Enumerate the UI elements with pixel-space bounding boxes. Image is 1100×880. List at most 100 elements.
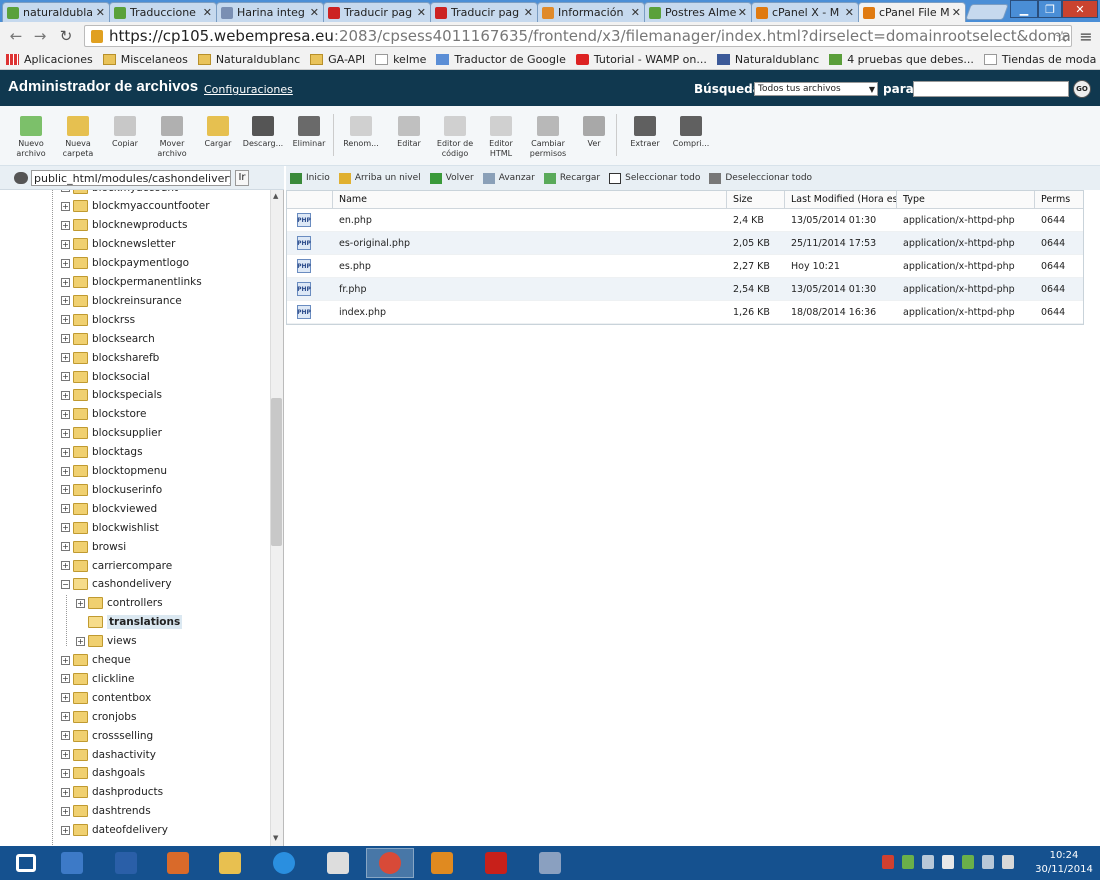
taskbar-app-colorful[interactable] xyxy=(154,848,202,878)
tree-item[interactable]: + blocktopmenu xyxy=(61,462,167,481)
expand-icon[interactable]: + xyxy=(61,220,70,230)
action-reload[interactable]: Recargar xyxy=(543,172,600,184)
expand-icon[interactable]: + xyxy=(61,731,70,741)
expand-icon[interactable]: + xyxy=(61,190,70,192)
tree-item[interactable]: − cashondelivery xyxy=(61,575,172,594)
expand-icon[interactable]: + xyxy=(61,390,70,400)
tray-app-icon[interactable] xyxy=(962,855,974,869)
taskbar-start-button[interactable] xyxy=(2,848,50,878)
browser-tab[interactable]: Traducir pag ✕ xyxy=(430,2,538,22)
volume-icon[interactable] xyxy=(1002,855,1014,869)
tree-item[interactable]: + dashactivity xyxy=(61,745,156,764)
expand-icon[interactable]: + xyxy=(61,674,70,684)
close-tab-icon[interactable]: ✕ xyxy=(310,6,319,19)
table-row[interactable]: PHP es-original.php 2,05 KB 25/11/2014 17:5… xyxy=(287,232,1083,255)
tree-item[interactable]: + dashproducts xyxy=(61,783,163,802)
expand-icon[interactable]: + xyxy=(61,447,70,457)
browser-menu-button[interactable]: ≡ xyxy=(1076,26,1096,46)
close-tab-icon[interactable]: ✕ xyxy=(96,6,105,19)
column-perms[interactable]: Perms xyxy=(1035,191,1083,208)
close-tab-icon[interactable]: ✕ xyxy=(524,6,533,19)
action-select-all[interactable]: Seleccionar todo xyxy=(609,172,700,184)
toolbar-button-view[interactable]: Ver xyxy=(571,116,617,149)
expand-icon[interactable]: + xyxy=(61,768,70,778)
tray-app-icon[interactable] xyxy=(902,855,914,869)
browser-tab[interactable]: Traduccione ✕ xyxy=(109,2,217,22)
expand-icon[interactable]: + xyxy=(61,239,70,249)
close-tab-icon[interactable]: ✕ xyxy=(631,6,640,19)
bookmark-item[interactable]: Naturaldublanc xyxy=(716,53,819,66)
tree-item[interactable]: + carriercompare xyxy=(61,556,172,575)
action-home[interactable]: Inicio xyxy=(290,172,330,184)
bookmark-item[interactable]: GA-API xyxy=(310,53,365,66)
table-row[interactable]: PHP fr.php 2,54 KB 13/05/2014 01:30 applicat… xyxy=(287,278,1083,301)
expand-icon[interactable]: + xyxy=(61,372,70,381)
search-input[interactable] xyxy=(913,81,1069,97)
close-tab-icon[interactable]: ✕ xyxy=(952,6,961,19)
expand-icon[interactable]: + xyxy=(61,409,70,419)
expand-icon[interactable]: + xyxy=(61,750,70,759)
back-button[interactable]: ← xyxy=(6,26,26,46)
expand-icon[interactable]: + xyxy=(61,428,70,438)
clock[interactable]: 10:24 30/11/2014 xyxy=(1034,849,1094,877)
expand-icon[interactable]: + xyxy=(61,277,70,287)
tree-item[interactable]: + blocksharefb xyxy=(61,348,159,367)
taskbar-acrobat[interactable] xyxy=(472,848,520,878)
action-up-level[interactable]: Arriba un nivel xyxy=(338,172,421,184)
tree-item[interactable]: + blockspecials xyxy=(61,386,162,405)
expand-icon[interactable]: + xyxy=(61,296,70,306)
taskbar-outlook[interactable] xyxy=(418,848,466,878)
address-bar[interactable]: https://cp105.webempresa.eu :2083/cpsess… xyxy=(84,25,1072,47)
taskbar-chrome[interactable] xyxy=(366,848,414,878)
path-input[interactable]: public_html/modules/cashondelivery/tra xyxy=(31,170,231,186)
toolbar-button-delete[interactable]: Eliminar xyxy=(286,116,332,149)
tree-item[interactable]: + views xyxy=(76,632,137,651)
tree-item[interactable]: + dashgoals xyxy=(61,764,145,783)
toolbar-button-new-folder[interactable]: Nueva carpeta xyxy=(55,116,101,159)
tree-item[interactable]: + blocksearch xyxy=(61,329,155,348)
tree-item[interactable]: + blockmyaccountfooter xyxy=(61,197,210,216)
tree-item[interactable]: + blocksocial xyxy=(61,367,150,386)
tree-item[interactable]: translations xyxy=(76,613,183,632)
toolbar-button-new-file[interactable]: Nuevo archivo xyxy=(8,116,54,159)
forward-button[interactable]: → xyxy=(30,26,50,46)
taskbar-internet-explorer[interactable] xyxy=(260,848,308,878)
expand-icon[interactable]: + xyxy=(61,353,70,363)
expand-icon[interactable]: + xyxy=(61,201,70,211)
taskbar-app-shuttle[interactable] xyxy=(314,848,362,878)
browser-tab[interactable]: Información ✕ xyxy=(537,2,645,22)
column-icon[interactable] xyxy=(287,191,333,208)
close-tab-icon[interactable]: ✕ xyxy=(738,6,747,19)
path-go-button[interactable]: Ir xyxy=(235,170,249,186)
new-tab-button[interactable] xyxy=(965,4,1009,20)
browser-tab[interactable]: Postres Alme ✕ xyxy=(644,2,752,22)
toolbar-button-code-editor[interactable]: Editor de código xyxy=(432,116,478,159)
expand-icon[interactable]: + xyxy=(61,655,70,665)
browser-tab[interactable]: naturaldubla ✕ xyxy=(2,2,110,22)
tree-item[interactable]: + contentbox xyxy=(61,688,151,707)
bookmark-item[interactable]: Miscelaneos xyxy=(102,53,188,66)
close-tab-icon[interactable]: ✕ xyxy=(417,6,426,19)
taskbar-file-explorer[interactable] xyxy=(206,848,254,878)
column-size[interactable]: Size xyxy=(727,191,785,208)
tree-item[interactable]: + blocknewsletter xyxy=(61,235,175,254)
expand-icon[interactable]: + xyxy=(61,504,70,514)
tree-item[interactable]: + blocktags xyxy=(61,443,143,462)
network-icon[interactable] xyxy=(982,855,994,869)
expand-icon[interactable]: + xyxy=(76,636,85,646)
browser-tab[interactable]: Traducir pag ✕ xyxy=(323,2,431,22)
toolbar-button-edit[interactable]: Editar xyxy=(386,116,432,149)
bookmark-item[interactable]: Aplicaciones xyxy=(6,53,93,66)
toolbar-button-move[interactable]: Mover archivo xyxy=(149,116,195,159)
reload-button[interactable]: ↻ xyxy=(56,26,76,46)
table-row[interactable]: PHP index.php 1,26 KB 18/08/2014 16:36 appli… xyxy=(287,301,1083,324)
column-type[interactable]: Type xyxy=(897,191,1035,208)
toolbar-button-copy[interactable]: Copiar xyxy=(102,116,148,149)
taskbar-server-manager[interactable] xyxy=(48,848,96,878)
tree-item[interactable]: + controllers xyxy=(76,594,163,613)
expand-icon[interactable]: + xyxy=(61,693,70,703)
bookmark-item[interactable]: Traductor de Google xyxy=(436,53,566,66)
tree-item[interactable]: + cheque xyxy=(61,651,131,670)
tree-item[interactable]: + blockwishlist xyxy=(61,518,159,537)
expand-icon[interactable]: + xyxy=(61,561,70,570)
